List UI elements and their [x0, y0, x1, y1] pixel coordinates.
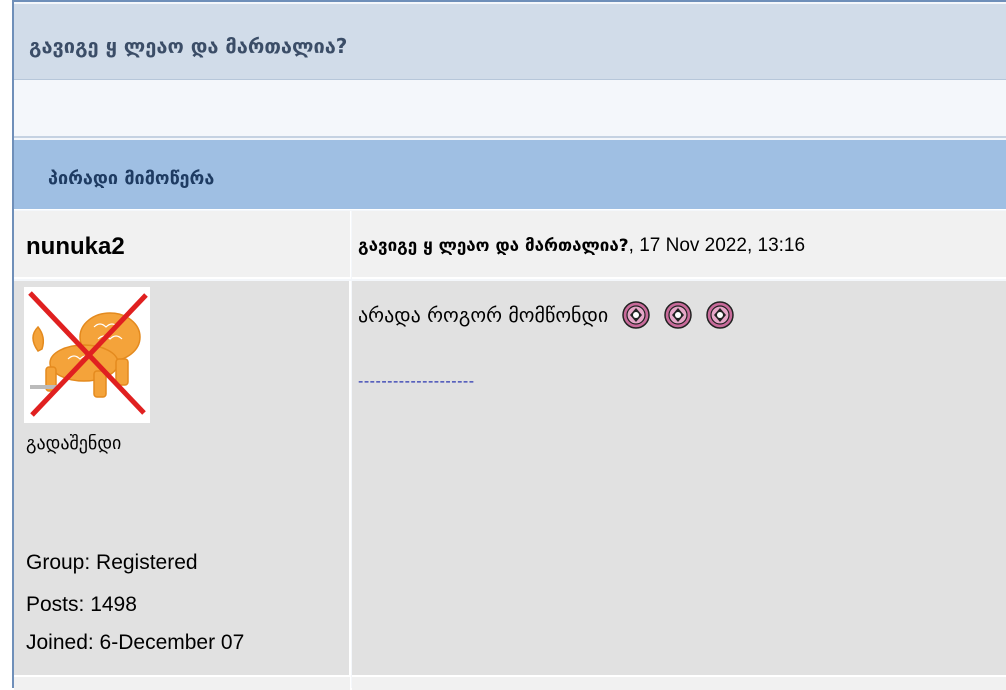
emoticon-icon [664, 301, 692, 329]
post-body-text: არადა როგორ მომწონდი [358, 303, 609, 327]
emoticon-icon [622, 301, 650, 329]
next-row-right [352, 677, 1006, 690]
member-joined-date: Joined: 6-December 07 [26, 631, 245, 654]
signature-separator: -------------------- [358, 373, 475, 390]
author-info-cell: გადაშენდი Group: Registered Posts: 1498 … [14, 281, 351, 677]
forum-frame: გავიგე ყ ლეაო და მართალია? პირადი მიმოწე… [12, 0, 1006, 690]
member-rank: გადაშენდი [26, 433, 122, 454]
post-meta: გავიგე ყ ლეაო და მართალია?, 17 Nov 2022,… [358, 235, 805, 257]
post-meta-date: , 17 Nov 2022, 13:16 [628, 235, 806, 256]
member-group: Group: Registered [26, 551, 198, 574]
member-post-count: Posts: 1498 [26, 593, 137, 616]
section-bar: პირადი მიმოწერა [14, 140, 1006, 210]
header-spacer [14, 80, 1006, 138]
post-body-cell: არადა როგორ მომწონდი -------------------… [352, 281, 1006, 677]
next-row-left [14, 677, 351, 690]
post-body: არადა როგორ მომწონდი [358, 301, 734, 329]
post-author-cell: nunuka2 [14, 211, 351, 279]
topic-title: გავიგე ყ ლეაო და მართალია? [29, 34, 348, 58]
author-name[interactable]: nunuka2 [26, 233, 125, 261]
post-meta-title: გავიგე ყ ლეაო და მართალია? [358, 236, 629, 256]
emoticon-icon [706, 301, 734, 329]
lion-avatar-icon [24, 287, 150, 423]
topic-header: გავიგე ყ ლეაო და მართალია? [14, 4, 1006, 80]
section-title[interactable]: პირადი მიმოწერა [48, 168, 214, 189]
avatar[interactable] [24, 287, 150, 423]
post-meta-cell: გავიგე ყ ლეაო და მართალია?, 17 Nov 2022,… [352, 211, 1006, 279]
